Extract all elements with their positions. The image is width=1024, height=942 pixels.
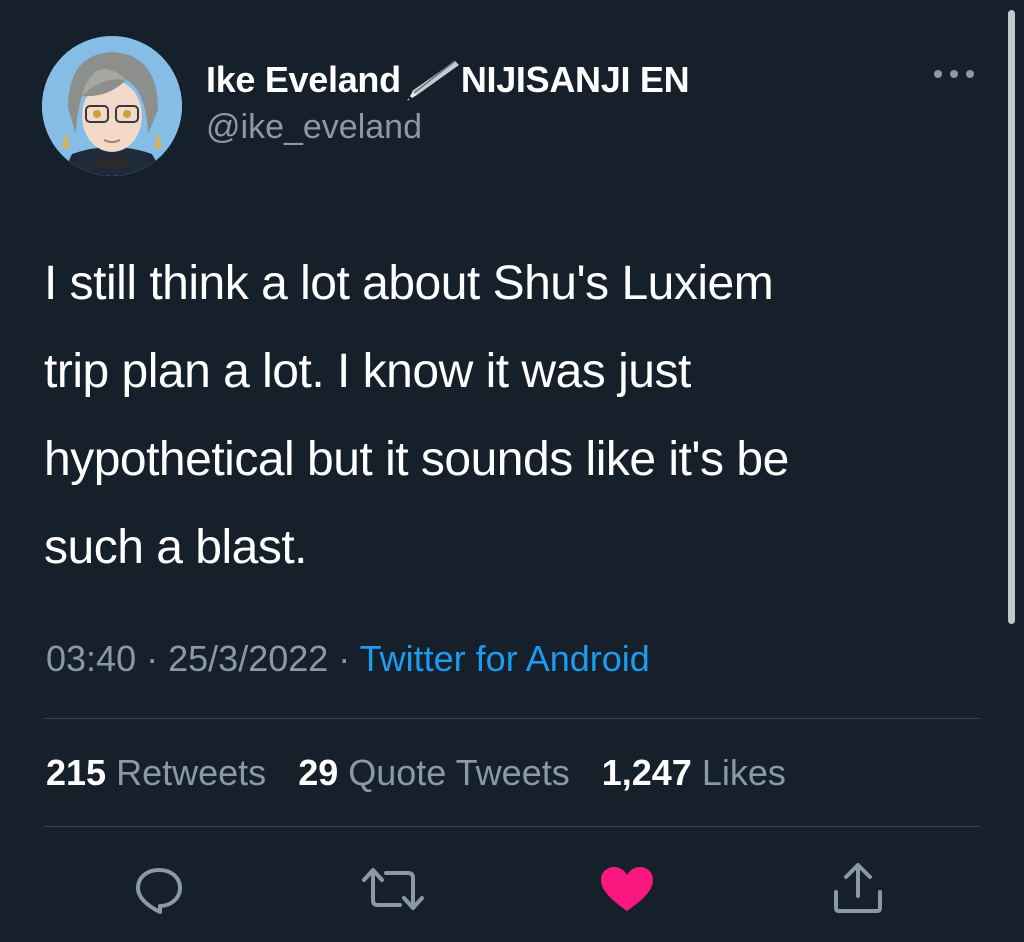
like-icon[interactable]	[600, 866, 654, 912]
tweet-meta: 03:40 · 25/3/2022 · Twitter for Android	[46, 638, 650, 680]
author-handle[interactable]: @ike_eveland	[206, 108, 422, 147]
likes-count: 1,247	[601, 752, 692, 793]
tweet-time[interactable]: 03:40	[46, 638, 136, 679]
divider	[44, 718, 980, 719]
retweets-count: 215	[46, 752, 107, 793]
avatar[interactable]	[42, 36, 182, 176]
retweets-stat[interactable]: 215 Retweets	[46, 752, 266, 793]
retweet-icon[interactable]	[360, 866, 426, 912]
author-affiliation: NIJISANJI EN	[460, 59, 690, 100]
avatar-image	[42, 36, 182, 176]
fountain-pen-icon	[403, 58, 459, 102]
more-options-icon[interactable]	[934, 62, 974, 86]
author-name-line[interactable]: Ike Eveland NIJISANJI EN	[206, 58, 690, 102]
retweets-label: Retweets	[116, 752, 267, 793]
tweet-text: I still think a lot about Shu's Luxiem t…	[44, 257, 789, 574]
author-display-name[interactable]: Ike Eveland	[206, 59, 401, 101]
reply-icon[interactable]	[132, 862, 186, 916]
quote-tweets-label: Quote Tweets	[348, 752, 570, 793]
share-icon[interactable]	[830, 862, 886, 914]
tweet-date[interactable]: 25/3/2022	[168, 638, 328, 679]
tweet-source-link[interactable]: Twitter for Android	[360, 638, 650, 679]
meta-separator: ·	[338, 638, 351, 679]
engagement-stats: 215 Retweets 29 Quote Tweets 1,247 Likes	[46, 752, 808, 794]
quote-tweets-count: 29	[298, 752, 339, 793]
likes-stat[interactable]: 1,247 Likes	[602, 752, 786, 793]
divider	[44, 826, 980, 827]
likes-label: Likes	[701, 752, 786, 793]
quote-tweets-stat[interactable]: 29 Quote Tweets	[298, 752, 570, 793]
meta-separator: ·	[146, 638, 159, 679]
scrollbar[interactable]	[1008, 10, 1015, 624]
